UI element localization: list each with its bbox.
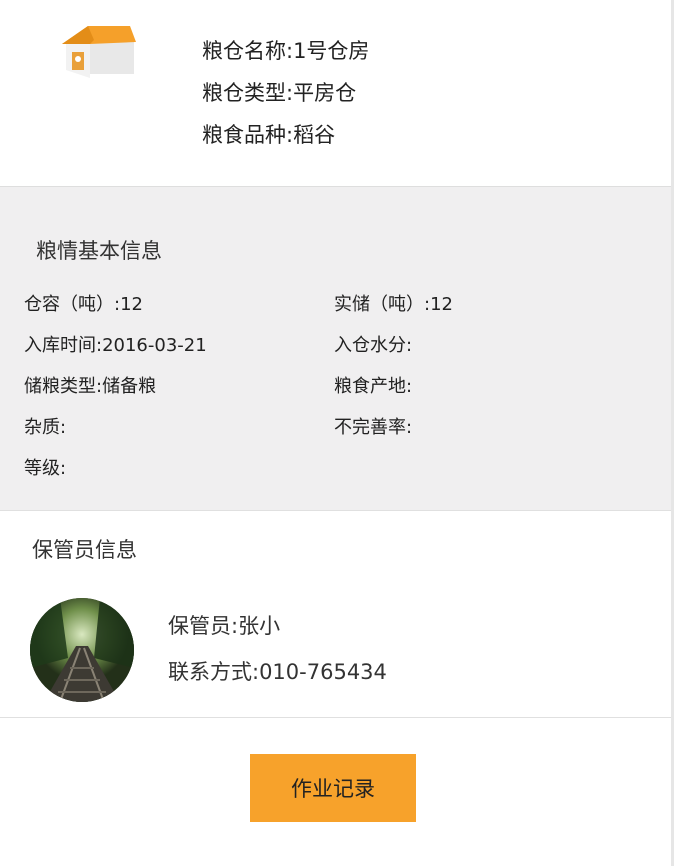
footer: 作业记录 [0,718,671,866]
granary-detail-page: 粮仓名称:1号仓房 粮仓类型:平房仓 粮食品种:稻谷 粮情基本信息 仓容（吨）:… [0,0,674,866]
info-row: 储粮类型:储备粮 粮食产地: [24,364,644,405]
keeper-details: 保管员:张小 联系方式:010-765434 [168,603,387,695]
info-row: 杂质: 不完善率: [24,405,644,446]
capacity-value: 仓容（吨）:12 [24,294,143,315]
moisture-value: 入仓水分: [334,335,413,356]
keeper-name: 保管员:张小 [168,614,281,638]
basic-info-title: 粮情基本信息 [36,239,162,263]
info-row: 入库时间:2016-03-21 入仓水分: [24,323,644,364]
actual-storage-value: 实储（吨）:12 [334,294,453,315]
basic-info-grid: 仓容（吨）:12 实储（吨）:12 入库时间:2016-03-21 入仓水分: … [24,282,644,487]
granary-summary: 粮仓名称:1号仓房 粮仓类型:平房仓 粮食品种:稻谷 [202,30,369,156]
granary-type: 粮仓类型:平房仓 [202,81,357,105]
info-row: 等级: [24,446,644,487]
work-records-button[interactable]: 作业记录 [250,754,416,822]
impurity-value: 杂质: [24,417,67,438]
keeper-section: 保管员信息 保管员:张小 联系方式:010-765434 [0,511,671,718]
granary-header: 粮仓名称:1号仓房 粮仓类型:平房仓 粮食品种:稻谷 [0,0,671,187]
storage-type-value: 储粮类型:储备粮 [24,376,157,397]
storage-date-value: 入库时间:2016-03-21 [24,335,207,356]
granary-name: 粮仓名称:1号仓房 [202,39,370,63]
grain-variety: 粮食品种:稻谷 [202,123,336,147]
origin-value: 粮食产地: [334,376,413,397]
imperfect-rate-value: 不完善率: [334,417,413,438]
basic-info-section: 粮情基本信息 仓容（吨）:12 实储（吨）:12 入库时间:2016-03-21… [0,187,671,511]
keeper-info-title: 保管员信息 [32,538,137,562]
avatar [30,598,134,702]
warehouse-icon [60,22,138,80]
grade-value: 等级: [24,458,67,479]
keeper-contact: 联系方式:010-765434 [168,660,387,684]
info-row: 仓容（吨）:12 实储（吨）:12 [24,282,644,323]
